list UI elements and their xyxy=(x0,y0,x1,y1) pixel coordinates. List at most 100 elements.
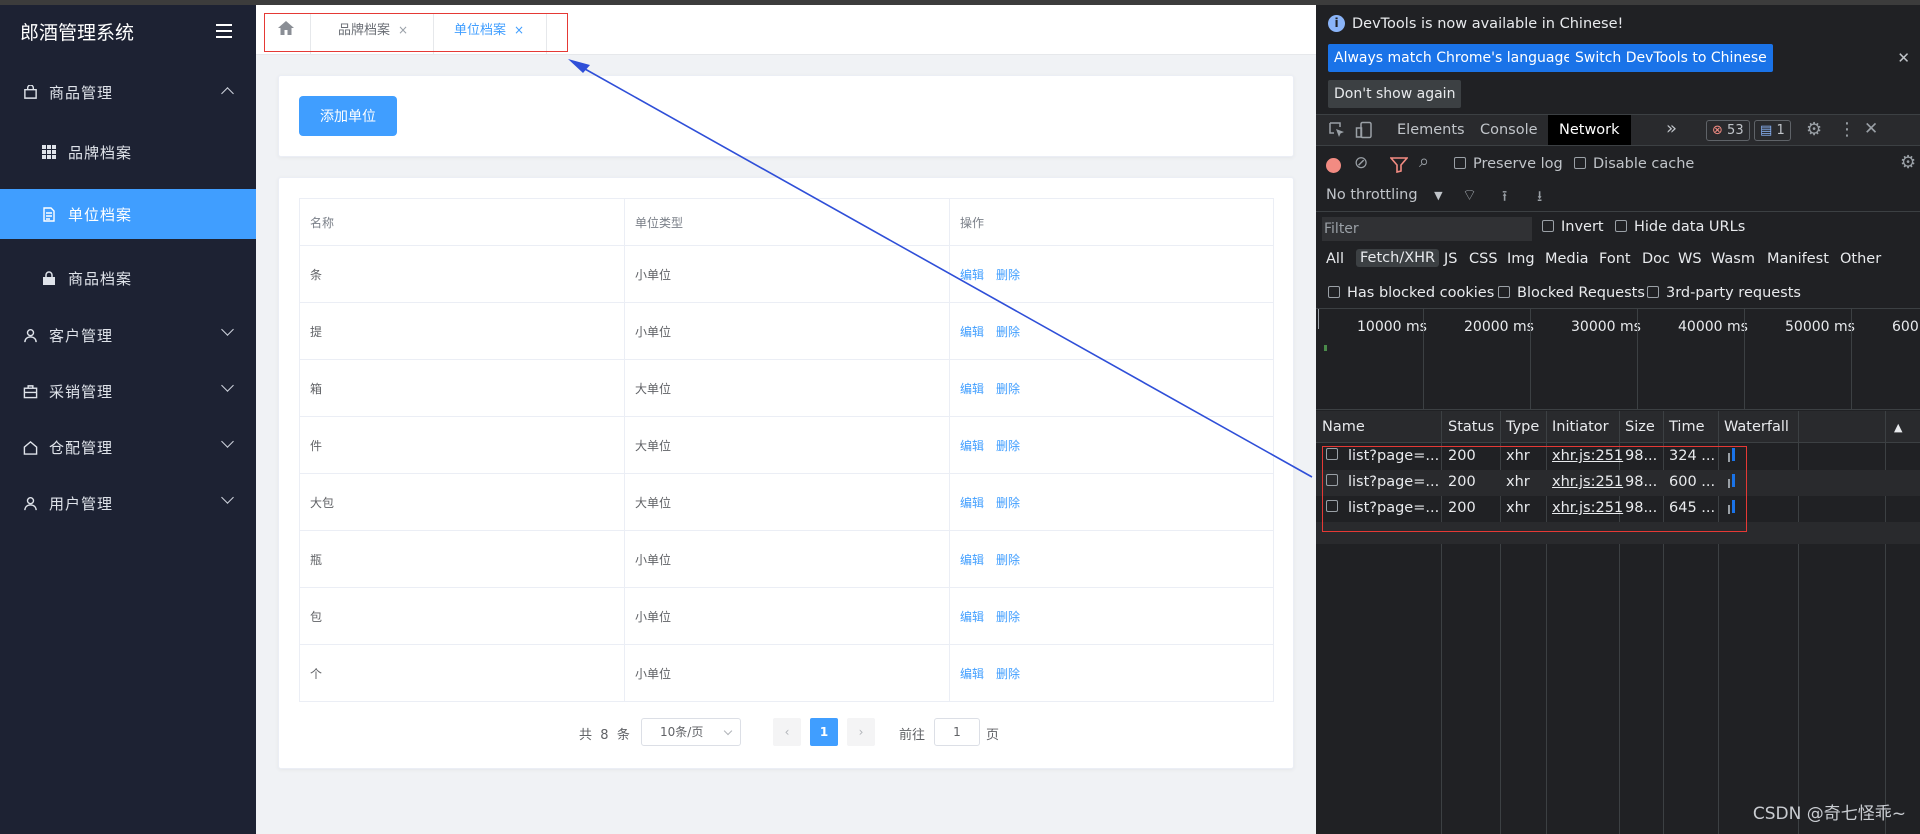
tab-console[interactable]: Console xyxy=(1469,115,1549,145)
type-fetch-xhr[interactable]: Fetch/XHR xyxy=(1356,249,1440,267)
column-type[interactable]: Type xyxy=(1506,419,1539,435)
column-initiator[interactable]: Initiator xyxy=(1552,419,1609,435)
sidebar-group-users[interactable]: 用户管理 xyxy=(0,476,256,530)
sidebar-item-brand[interactable]: 品牌档案 xyxy=(0,121,256,183)
column-waterfall[interactable]: Waterfall xyxy=(1724,419,1789,435)
search-icon[interactable]: ⌕ xyxy=(1419,151,1429,172)
error-count: 53 xyxy=(1727,123,1744,138)
checkbox-label: 3rd-party requests xyxy=(1666,285,1801,301)
delete-link[interactable]: 删除 xyxy=(996,496,1020,510)
gear-icon[interactable]: ⚙ xyxy=(1900,152,1916,173)
column-name[interactable]: Name xyxy=(1322,419,1365,435)
blocked-cookies-checkbox[interactable]: Has blocked cookies xyxy=(1328,285,1494,301)
total-count: 8 xyxy=(600,728,609,743)
delete-link[interactable]: 删除 xyxy=(996,268,1020,282)
checkbox-label: Invert xyxy=(1561,219,1604,235)
sidebar-group-customer[interactable]: 客户管理 xyxy=(0,308,256,362)
message-badge[interactable]: ▤ 1 xyxy=(1754,120,1791,141)
sidebar-item-unit[interactable]: 单位档案 xyxy=(0,189,256,239)
edit-link[interactable]: 编辑 xyxy=(960,382,984,396)
delete-link[interactable]: 删除 xyxy=(996,610,1020,624)
network-controls: ⊘ ⌕ Preserve log Disable cache ⚙ xyxy=(1316,148,1920,182)
tab-network[interactable]: Network xyxy=(1548,115,1631,145)
type-ws[interactable]: WS xyxy=(1678,251,1702,267)
type-wasm[interactable]: Wasm xyxy=(1711,251,1755,267)
switch-chinese-button[interactable]: Switch DevTools to Chinese xyxy=(1569,44,1773,72)
cell-actions: 编辑 删除 xyxy=(949,245,1274,303)
cell-type: 大单位 xyxy=(624,416,950,474)
delete-link[interactable]: 删除 xyxy=(996,439,1020,453)
type-manifest[interactable]: Manifest xyxy=(1767,251,1829,267)
edit-link[interactable]: 编辑 xyxy=(960,325,984,339)
kebab-menu-icon[interactable]: ⋮ xyxy=(1838,119,1856,140)
gear-icon[interactable]: ⚙ xyxy=(1806,119,1822,140)
page-size-select[interactable]: 10条/页 xyxy=(641,718,741,746)
match-language-button[interactable]: Always match Chrome's language xyxy=(1328,44,1578,72)
goto-page-input[interactable]: 1 xyxy=(934,718,980,746)
dont-show-again-button[interactable]: Don't show again xyxy=(1328,80,1462,108)
next-page-button[interactable]: › xyxy=(847,718,875,746)
table-card: 名称 单位类型 操作 条小单位 编辑 删除 提小单位 编辑 删除 箱大单位 编辑 删除 件大… xyxy=(278,177,1294,769)
filter-icon[interactable] xyxy=(1389,157,1409,177)
import-har-icon[interactable]: ⭱ xyxy=(1502,186,1507,211)
type-css[interactable]: CSS xyxy=(1469,251,1498,267)
cell-actions: 编辑 删除 xyxy=(949,530,1274,588)
delete-link[interactable]: 删除 xyxy=(996,667,1020,681)
prev-page-button[interactable]: ‹ xyxy=(773,718,801,746)
export-har-icon[interactable]: ⭳ xyxy=(1537,186,1542,211)
type-all[interactable]: All xyxy=(1326,251,1344,267)
preserve-log-checkbox[interactable]: Preserve log xyxy=(1454,156,1563,172)
table-row: 箱大单位 编辑 删除 xyxy=(299,359,1274,417)
sort-up-icon[interactable]: ▲ xyxy=(1894,421,1902,434)
error-badge[interactable]: ⊗ 53 xyxy=(1706,120,1750,141)
menu-toggle-icon[interactable] xyxy=(216,24,232,38)
page-number-current[interactable]: 1 xyxy=(810,718,838,746)
sidebar-item-goods[interactable]: 商品档案 xyxy=(0,247,256,309)
sidebar-group-purchase[interactable]: 采销管理 xyxy=(0,364,256,418)
edit-link[interactable]: 编辑 xyxy=(960,553,984,567)
network-conditions-icon[interactable]: ⌔ xyxy=(1462,185,1477,205)
tab-elements[interactable]: Elements xyxy=(1386,115,1476,145)
edit-link[interactable]: 编辑 xyxy=(960,610,984,624)
sidebar-group-goods[interactable]: 商品管理 xyxy=(0,65,256,119)
filter-input[interactable]: Filter xyxy=(1322,217,1532,241)
delete-link[interactable]: 删除 xyxy=(996,325,1020,339)
timeline-overview[interactable]: 10000 ms 20000 ms 30000 ms 40000 ms 5000… xyxy=(1316,309,1920,410)
clear-icon[interactable]: ⊘ xyxy=(1354,153,1368,173)
chevron-down-icon xyxy=(221,491,234,504)
type-media[interactable]: Media xyxy=(1545,251,1589,267)
add-unit-button[interactable]: 添加单位 xyxy=(299,96,397,136)
disable-cache-checkbox[interactable]: Disable cache xyxy=(1574,156,1694,172)
type-img[interactable]: Img xyxy=(1507,251,1535,267)
record-icon[interactable] xyxy=(1326,158,1341,173)
edit-link[interactable]: 编辑 xyxy=(960,439,984,453)
invert-checkbox[interactable]: Invert xyxy=(1542,219,1604,235)
column-size[interactable]: Size xyxy=(1625,419,1655,435)
type-doc[interactable]: Doc xyxy=(1642,251,1670,267)
edit-link[interactable]: 编辑 xyxy=(960,496,984,510)
cell-actions: 编辑 删除 xyxy=(949,359,1274,417)
message-count: 1 xyxy=(1776,123,1785,138)
type-js[interactable]: JS xyxy=(1444,251,1457,267)
third-party-checkbox[interactable]: 3rd-party requests xyxy=(1647,285,1801,301)
request-table-header: Name Status Type Initiator Size Time Wat… xyxy=(1316,411,1920,443)
edit-link[interactable]: 编辑 xyxy=(960,268,984,282)
type-font[interactable]: Font xyxy=(1599,251,1631,267)
column-header: 名称 xyxy=(299,198,625,246)
more-tabs-icon[interactable]: » xyxy=(1666,118,1677,139)
column-status[interactable]: Status xyxy=(1448,419,1494,435)
device-toolbar-icon[interactable] xyxy=(1355,121,1373,143)
inspect-element-icon[interactable] xyxy=(1328,121,1346,143)
delete-link[interactable]: 删除 xyxy=(996,382,1020,396)
delete-link[interactable]: 删除 xyxy=(996,553,1020,567)
close-icon[interactable]: ✕ xyxy=(1864,119,1878,139)
blocked-requests-checkbox[interactable]: Blocked Requests xyxy=(1498,285,1645,301)
column-time[interactable]: Time xyxy=(1669,419,1705,435)
close-icon[interactable]: ✕ xyxy=(1897,49,1910,67)
sidebar-group-warehouse[interactable]: 仓配管理 xyxy=(0,420,256,474)
type-other[interactable]: Other xyxy=(1840,251,1881,267)
hide-data-urls-checkbox[interactable]: Hide data URLs xyxy=(1615,219,1745,235)
edit-link[interactable]: 编辑 xyxy=(960,667,984,681)
throttling-select[interactable]: No throttling ▼ xyxy=(1326,187,1443,203)
throttling-row: No throttling ▼ ⌔ ⭱ ⭳ xyxy=(1316,182,1920,212)
